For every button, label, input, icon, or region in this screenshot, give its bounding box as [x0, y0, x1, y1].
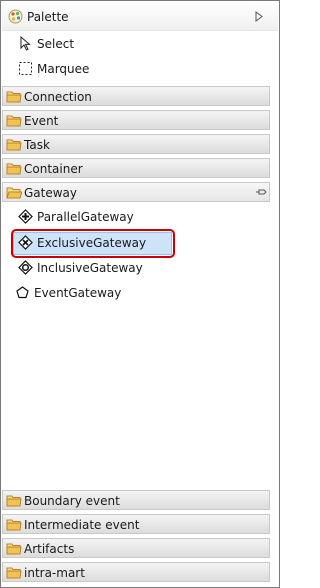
drawer-event[interactable]: Event — [2, 110, 270, 130]
triangle-right-icon[interactable] — [255, 11, 263, 22]
drawer-container[interactable]: Container — [2, 158, 270, 178]
folder-open-icon — [6, 187, 22, 199]
folder-icon — [6, 139, 22, 151]
folder-icon — [6, 519, 22, 531]
drawer-label: Boundary event — [24, 494, 120, 508]
drawer-label: intra-mart — [24, 566, 85, 580]
drawer-label: Intermediate event — [24, 518, 140, 532]
tool-label: Marquee — [37, 62, 90, 76]
drawer-label: Connection — [24, 90, 92, 104]
drawer-intra-mart[interactable]: intra-mart — [2, 562, 270, 582]
folder-icon — [6, 115, 22, 127]
drawer-task[interactable]: Task — [2, 134, 270, 154]
parallel-gateway-icon — [18, 209, 33, 224]
drawer-connection[interactable]: Connection — [2, 86, 270, 106]
palette-icon — [8, 9, 23, 24]
tool-label: InclusiveGateway — [37, 261, 143, 275]
arrow-cursor-icon — [20, 36, 31, 51]
palette-title: Palette — [27, 10, 69, 24]
drawer-artifacts[interactable]: Artifacts — [2, 538, 270, 558]
folder-icon — [6, 163, 22, 175]
palette-panel: Palette Select Marquee Connection Event — [0, 0, 280, 588]
event-gateway-icon — [16, 286, 29, 299]
highlight-annotation — [11, 229, 175, 258]
drawer-label: Artifacts — [24, 542, 75, 556]
tool-label: ParallelGateway — [37, 210, 134, 224]
marquee-icon — [19, 62, 32, 75]
tool-label: Select — [37, 37, 75, 51]
drawer-label: Container — [24, 162, 83, 176]
folder-icon — [6, 495, 22, 507]
pin-icon[interactable] — [255, 187, 267, 197]
drawer-intermediate-event[interactable]: Intermediate event — [2, 514, 270, 534]
tool-label: EventGateway — [34, 286, 122, 300]
inclusive-gateway-icon — [18, 260, 33, 275]
drawer-boundary-event[interactable]: Boundary event — [2, 490, 270, 510]
palette-header[interactable]: Palette — [2, 2, 278, 31]
drawer-gateway[interactable]: Gateway — [2, 182, 270, 202]
folder-icon — [6, 91, 22, 103]
drawer-label: Gateway — [24, 186, 78, 200]
folder-icon — [6, 567, 22, 579]
drawer-label: Task — [24, 138, 50, 152]
drawer-label: Event — [24, 114, 59, 128]
folder-icon — [6, 543, 22, 555]
